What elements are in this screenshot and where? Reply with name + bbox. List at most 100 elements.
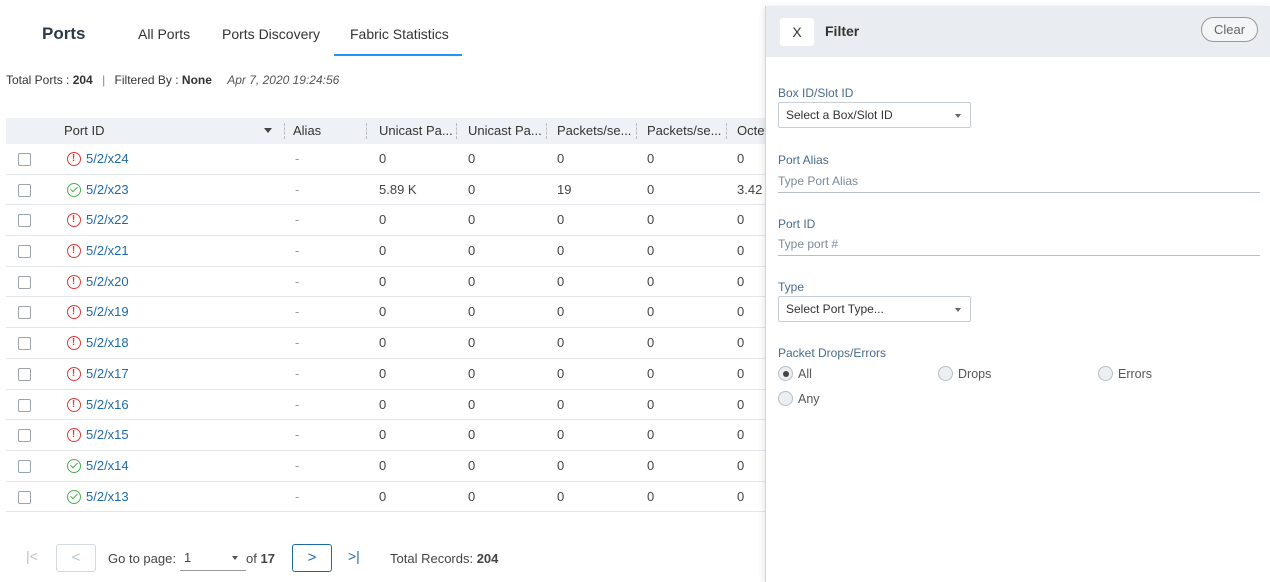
table-row[interactable]: 5/2/x22 - 0 0 0 0 0 [6, 205, 766, 237]
tab-all-ports[interactable]: All Ports [138, 26, 190, 56]
port-id-link[interactable]: 5/2/x20 [86, 267, 129, 297]
stat-cell: 0 [647, 396, 655, 412]
stat-cell: 0 [557, 212, 565, 228]
status-error-icon [67, 274, 81, 289]
port-id-input[interactable]: Type port # [778, 234, 1260, 256]
column-header-unicast-2[interactable]: Unicast Pa... [468, 118, 542, 144]
radio-icon [938, 366, 953, 381]
table-row[interactable]: 5/2/x21 - 0 0 0 0 0 [6, 236, 766, 267]
row-checkbox[interactable] [18, 306, 31, 320]
table-row[interactable]: 5/2/x16 - 0 0 0 0 0 [6, 390, 766, 421]
port-id-link[interactable]: 5/2/x24 [86, 144, 129, 174]
row-checkbox[interactable] [18, 367, 31, 381]
port-type-select[interactable]: Select Port Type... [778, 296, 971, 322]
stat-cell: 0 [647, 488, 655, 504]
total-ports-value: 204 [72, 73, 93, 87]
sort-dropdown-icon[interactable] [264, 128, 272, 133]
port-alias-input[interactable]: Type Port Alias [778, 171, 1260, 193]
port-id-link[interactable]: 5/2/x19 [86, 297, 129, 327]
page-select[interactable]: 1 [180, 545, 246, 571]
timestamp: Apr 7, 2020 19:24:56 [227, 73, 340, 87]
stat-cell: 5.89 K [379, 181, 417, 197]
column-header-packets-1[interactable]: Packets/se... [557, 118, 631, 144]
table-row[interactable]: 5/2/x24 - 0 0 0 0 0 [6, 144, 766, 175]
table-row[interactable]: 5/2/x20 - 0 0 0 0 0 [6, 267, 766, 298]
table-row[interactable]: 5/2/x14 - 0 0 0 0 0 [6, 451, 766, 482]
stat-cell: 0 [379, 273, 387, 289]
column-header-port-id[interactable]: Port ID [64, 118, 104, 144]
stat-cell: 0 [468, 212, 476, 228]
tab-fabric-statistics[interactable]: Fabric Statistics [350, 26, 449, 56]
stat-cell: 0 [557, 396, 565, 412]
row-checkbox[interactable] [18, 183, 31, 197]
radio-selected-icon [778, 366, 793, 381]
next-page-button[interactable]: > [292, 544, 332, 572]
status-ok-icon [67, 458, 81, 473]
alias-cell: - [295, 396, 300, 412]
stat-cell: 0 [468, 335, 476, 351]
row-checkbox[interactable] [18, 245, 31, 259]
port-id-link[interactable]: 5/2/x23 [86, 175, 129, 205]
stat-cell: 0 [379, 243, 387, 259]
row-checkbox[interactable] [18, 398, 31, 412]
port-id-link[interactable]: 5/2/x14 [86, 451, 129, 481]
stat-cell: 0 [647, 365, 655, 381]
stat-cell: 0 [647, 427, 655, 443]
stat-cell: 0 [647, 304, 655, 320]
table-row[interactable]: 5/2/x15 - 0 0 0 0 0 [6, 420, 766, 451]
port-id-link[interactable]: 5/2/x15 [86, 420, 129, 450]
alias-cell: - [295, 365, 300, 381]
port-id-link[interactable]: 5/2/x13 [86, 482, 129, 512]
port-id-link[interactable]: 5/2/x17 [86, 359, 129, 389]
port-id-link[interactable]: 5/2/x21 [86, 236, 129, 266]
stat-cell: 0 [468, 427, 476, 443]
row-checkbox[interactable] [18, 275, 31, 289]
table-row[interactable]: 5/2/x18 - 0 0 0 0 0 [6, 328, 766, 359]
summary-bar: Total Ports : 204 | Filtered By : None A… [6, 73, 340, 87]
close-filter-button[interactable]: X [780, 18, 814, 46]
stat-cell: 0 [647, 243, 655, 259]
column-header-packets-2[interactable]: Packets/se... [647, 118, 721, 144]
table-row[interactable]: 5/2/x13 - 0 0 0 0 0 [6, 482, 766, 513]
filter-panel: X Filter Clear Box ID/Slot ID Select a B… [765, 6, 1270, 582]
table-row[interactable]: 5/2/x17 - 0 0 0 0 0 [6, 359, 766, 390]
box-slot-select[interactable]: Select a Box/Slot ID [778, 102, 971, 128]
port-alias-label: Port Alias [778, 153, 829, 167]
stat-cell: 0 [647, 181, 655, 197]
stat-cell: 0 [468, 181, 476, 197]
stat-cell: 0 [379, 488, 387, 504]
column-header-octets[interactable]: Octet [737, 118, 767, 144]
row-checkbox[interactable] [18, 459, 31, 473]
row-checkbox[interactable] [18, 490, 31, 504]
stat-cell: 0 [647, 335, 655, 351]
prev-page-button[interactable]: < [56, 544, 96, 572]
last-page-icon[interactable]: >| [348, 548, 360, 564]
table-row[interactable]: 5/2/x23 - 5.89 K 0 19 0 3.42 [6, 175, 766, 206]
column-header-unicast-1[interactable]: Unicast Pa... [379, 118, 453, 144]
clear-button[interactable]: Clear [1201, 17, 1258, 42]
stat-cell: 0 [737, 457, 745, 473]
stat-cell: 0 [737, 488, 745, 504]
alias-cell: - [295, 181, 300, 197]
row-checkbox[interactable] [18, 429, 31, 443]
row-checkbox[interactable] [18, 153, 31, 166]
tab-ports-discovery[interactable]: Ports Discovery [222, 26, 320, 56]
stat-cell: 0 [468, 396, 476, 412]
stat-cell: 0 [737, 243, 745, 259]
port-id-link[interactable]: 5/2/x16 [86, 390, 129, 420]
port-id-link[interactable]: 5/2/x22 [86, 205, 129, 235]
stat-cell: 0 [379, 396, 387, 412]
stat-cell: 0 [379, 427, 387, 443]
page-header: Ports All Ports Ports Discovery Fabric S… [0, 0, 770, 60]
table-row[interactable]: 5/2/x19 - 0 0 0 0 0 [6, 297, 766, 329]
alias-cell: - [295, 335, 300, 351]
column-header-alias[interactable]: Alias [293, 118, 321, 144]
first-page-icon[interactable]: |< [26, 548, 38, 564]
port-id-link[interactable]: 5/2/x18 [86, 328, 129, 358]
ports-table: Port ID Alias Unicast Pa... Unicast Pa..… [6, 118, 767, 513]
stat-cell: 3.42 [737, 181, 763, 197]
stat-cell: 0 [737, 365, 745, 381]
status-error-icon [67, 366, 81, 381]
row-checkbox[interactable] [18, 214, 31, 228]
row-checkbox[interactable] [18, 337, 31, 351]
